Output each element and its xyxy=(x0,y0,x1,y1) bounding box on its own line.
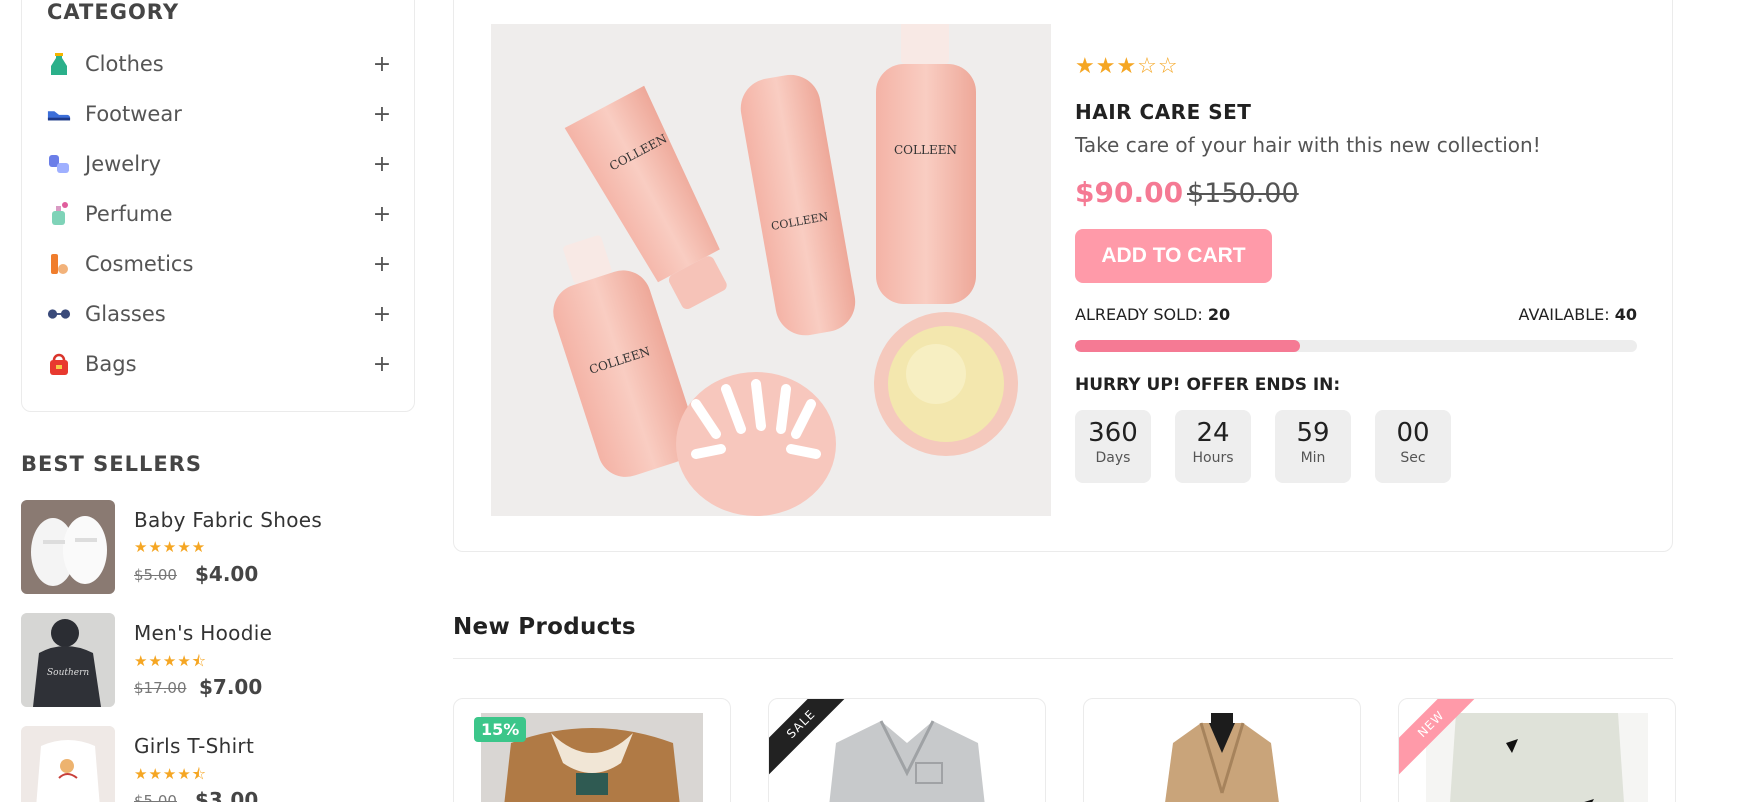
price: $7.00 xyxy=(199,675,263,699)
countdown-days: 360 Days xyxy=(1075,410,1151,483)
product-name[interactable]: Girls T-Shirt xyxy=(134,734,254,758)
product-description: Take care of your hair with this new col… xyxy=(1075,133,1541,157)
price: $3.00 xyxy=(195,788,259,802)
stock-progress-bar xyxy=(1075,340,1637,352)
divider xyxy=(453,658,1673,659)
expand-button[interactable]: + xyxy=(371,352,393,377)
countdown-unit: Min xyxy=(1300,450,1326,466)
old-price: $5.00 xyxy=(134,792,177,802)
product-image[interactable] xyxy=(1426,713,1648,802)
available-label: AVAILABLE: xyxy=(1518,305,1610,324)
expand-button[interactable]: + xyxy=(371,52,393,77)
expand-button[interactable]: + xyxy=(371,102,393,127)
category-label: Jewelry xyxy=(85,152,162,176)
stock-progress-fill xyxy=(1075,340,1300,352)
best-seller-item[interactable]: Girls T-Shirt ★★★★⯪ $5.00 $3.00 xyxy=(21,726,401,802)
dress-icon xyxy=(47,52,71,76)
section-title: New Products xyxy=(453,614,636,640)
rating-stars: ★★★★★ xyxy=(134,538,207,556)
category-item-clothes[interactable]: Clothes + xyxy=(47,44,393,84)
countdown-hours: 24 Hours xyxy=(1175,410,1251,483)
bag-icon xyxy=(47,352,71,376)
available-value: 40 xyxy=(1614,305,1637,324)
countdown-unit: Hours xyxy=(1192,450,1234,466)
category-label: Cosmetics xyxy=(85,252,194,276)
product-thumbnail[interactable]: Southern xyxy=(21,613,115,707)
countdown-seconds: 00 Sec xyxy=(1375,410,1451,483)
sold-value: 20 xyxy=(1207,305,1231,324)
category-label: Clothes xyxy=(85,52,164,76)
svg-text:Southern: Southern xyxy=(47,668,89,678)
offer-countdown-label: HURRY UP! OFFER ENDS IN: xyxy=(1075,375,1341,395)
sold-info: ALREADY SOLD: 20 xyxy=(1075,305,1230,324)
product-card[interactable]: NEW xyxy=(1398,698,1676,802)
stock-info: ALREADY SOLD: 20 AVAILABLE: 40 xyxy=(1075,305,1637,324)
rating-stars: ★★★★⯪ xyxy=(134,765,207,783)
countdown-value: 360 xyxy=(1088,418,1138,448)
price: $4.00 xyxy=(195,562,259,586)
product-card[interactable]: 15% xyxy=(453,698,731,802)
category-item-footwear[interactable]: Footwear + xyxy=(47,94,393,134)
add-to-cart-button[interactable]: ADD TO CART xyxy=(1075,229,1272,283)
rating-stars: ★★★☆☆ xyxy=(1075,54,1179,79)
glasses-icon xyxy=(47,302,71,326)
category-item-perfume[interactable]: Perfume + xyxy=(47,194,393,234)
expand-button[interactable]: + xyxy=(371,252,393,277)
expand-button[interactable]: + xyxy=(371,302,393,327)
old-price: $17.00 xyxy=(134,679,187,697)
price: $90.00 xyxy=(1075,176,1184,209)
product-title[interactable]: HAIR CARE SET xyxy=(1075,100,1251,124)
countdown-unit: Days xyxy=(1095,450,1131,466)
svg-text:COLLEEN: COLLEEN xyxy=(894,143,957,157)
perfume-icon xyxy=(47,202,71,226)
category-label: Bags xyxy=(85,352,137,376)
expand-button[interactable]: + xyxy=(371,202,393,227)
sold-label: ALREADY SOLD: xyxy=(1075,305,1203,324)
countdown-minutes: 59 Min xyxy=(1275,410,1351,483)
product-image[interactable]: COLLEEN COLLEEN COLLEEN COLLEEN xyxy=(491,24,1051,516)
jewelry-icon xyxy=(47,152,71,176)
category-title: CATEGORY xyxy=(47,0,180,24)
best-seller-item[interactable]: Baby Fabric Shoes ★★★★★ $5.00 $4.00 xyxy=(21,500,401,594)
category-label: Glasses xyxy=(85,302,166,326)
old-price: $5.00 xyxy=(134,566,177,584)
product-thumbnail[interactable] xyxy=(21,726,115,802)
category-item-jewelry[interactable]: Jewelry + xyxy=(47,144,393,184)
best-sellers-title: BEST SELLERS xyxy=(21,452,202,476)
countdown-value: 00 xyxy=(1396,418,1430,448)
product-name[interactable]: Baby Fabric Shoes xyxy=(134,508,322,532)
product-name[interactable]: Men's Hoodie xyxy=(134,621,272,645)
product-card[interactable]: SALE xyxy=(768,698,1046,802)
category-label: Footwear xyxy=(85,102,182,126)
countdown-value: 59 xyxy=(1296,418,1330,448)
cosmetics-icon xyxy=(47,252,71,276)
rating-stars: ★★★★⯪ xyxy=(134,652,207,670)
product-thumbnail[interactable] xyxy=(21,500,115,594)
shoe-icon xyxy=(47,102,71,126)
product-image[interactable] xyxy=(796,713,1018,802)
available-info: AVAILABLE: 40 xyxy=(1519,305,1637,324)
countdown-value: 24 xyxy=(1196,418,1230,448)
old-price: $150.00 xyxy=(1187,178,1299,209)
product-image[interactable] xyxy=(1111,713,1333,802)
countdown-unit: Sec xyxy=(1400,450,1426,466)
discount-badge: 15% xyxy=(474,717,527,742)
best-seller-item[interactable]: Southern Men's Hoodie ★★★★⯪ $17.00 $7.00 xyxy=(21,613,401,707)
product-card[interactable] xyxy=(1083,698,1361,802)
category-item-cosmetics[interactable]: Cosmetics + xyxy=(47,244,393,284)
category-label: Perfume xyxy=(85,202,173,226)
expand-button[interactable]: + xyxy=(371,152,393,177)
category-item-glasses[interactable]: Glasses + xyxy=(47,294,393,334)
category-item-bags[interactable]: Bags + xyxy=(47,344,393,384)
